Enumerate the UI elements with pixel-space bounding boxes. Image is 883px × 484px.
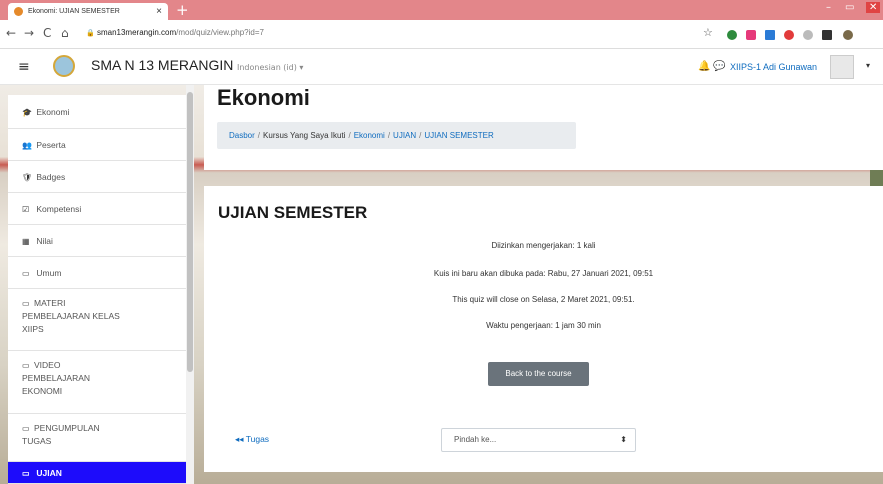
site-name[interactable]: SMA N 13 MERANGIN bbox=[91, 57, 233, 73]
drawer-item-label: PEMBELAJARAN KELAS bbox=[22, 311, 120, 321]
drawer-item-label: XIIPS bbox=[22, 324, 44, 334]
url-host: sman13merangin.com bbox=[96, 28, 177, 37]
drawer-item-label: EKONOMI bbox=[22, 386, 63, 396]
drawer-item-kompetensi[interactable]: ☑ Kompetensi bbox=[8, 193, 186, 225]
drawer-item-label: UJIAN bbox=[36, 468, 62, 478]
table-icon: ▦ bbox=[22, 237, 30, 246]
tab-close-icon[interactable]: × bbox=[156, 3, 162, 20]
browser-tab[interactable]: Ekonomi: UJIAN SEMESTER × bbox=[8, 3, 168, 20]
breadcrumb-kursus: Kursus Yang Saya Ikuti bbox=[263, 131, 346, 140]
folder-icon: ▭ bbox=[22, 299, 30, 308]
drawer-item-materi[interactable]: ▭ MATERI PEMBELAJARAN KELAS XIIPS bbox=[8, 289, 186, 351]
drawer-scrollbar-thumb[interactable] bbox=[187, 92, 193, 372]
drawer-item-label: Peserta bbox=[36, 140, 66, 150]
extension-icon[interactable] bbox=[746, 30, 756, 40]
breadcrumb-separator: / bbox=[257, 131, 261, 140]
extension-icon[interactable] bbox=[727, 30, 737, 40]
bookmark-star-icon[interactable]: ☆ bbox=[703, 26, 713, 39]
drawer-item-label: MATERI bbox=[34, 298, 66, 308]
bell-icon[interactable]: 🔔 bbox=[698, 61, 710, 72]
drawer-item-label: Ekonomi bbox=[36, 107, 70, 117]
user-menu-caret-icon[interactable]: ▾ bbox=[866, 61, 870, 70]
folder-icon: ▭ bbox=[22, 269, 30, 278]
breadcrumb-separator: / bbox=[419, 131, 422, 140]
menu-icon[interactable]: ≡ bbox=[18, 59, 30, 75]
breadcrumb-dasbor[interactable]: Dasbor bbox=[229, 131, 255, 140]
jump-to-select[interactable]: Pindah ke... ⬍ bbox=[441, 428, 636, 452]
quiz-open-date: Kuis ini baru akan dibuka pada: Rabu, 27… bbox=[433, 269, 654, 278]
window-close-button[interactable]: ✕ bbox=[866, 2, 881, 13]
select-caret-icon: ⬍ bbox=[620, 435, 627, 444]
back-to-course-button[interactable]: Back to the course bbox=[488, 362, 589, 386]
drawer-item-label: Nilai bbox=[36, 236, 53, 246]
extension-icon[interactable] bbox=[765, 30, 775, 40]
breadcrumb-separator: / bbox=[387, 131, 391, 140]
url-path: /mod/quiz/view.php?id=7 bbox=[176, 28, 264, 37]
school-logo[interactable] bbox=[53, 55, 75, 77]
drawer-item-pengumpulan[interactable]: ▭ PENGUMPULAN TUGAS bbox=[8, 414, 186, 462]
drawer-item-badges[interactable]: 🛡 Badges bbox=[8, 161, 186, 193]
site-favicon-icon bbox=[14, 7, 23, 16]
drawer-item-label: PENGUMPULAN bbox=[34, 423, 100, 433]
url-input[interactable]: 🔒 sman13merangin.com/mod/quiz/view.php?i… bbox=[86, 26, 264, 41]
nav-drawer: 🎓 Ekonomi 👥 Peserta 🛡 Badges ☑ Kompetens… bbox=[8, 95, 186, 484]
shield-icon: 🛡 bbox=[22, 173, 33, 182]
breadcrumb-ekonomi[interactable]: Ekonomi bbox=[354, 131, 385, 140]
graduation-cap-icon: 🎓 bbox=[22, 108, 32, 117]
drawer-item-label: TUGAS bbox=[22, 436, 52, 446]
drawer-item-label: Kompetensi bbox=[36, 204, 82, 214]
browser-addressbar: ← → C ⌂ 🔒 sman13merangin.com/mod/quiz/vi… bbox=[0, 20, 883, 49]
drawer-item-umum[interactable]: ▭ Umum bbox=[8, 257, 186, 289]
drawer-item-ujian[interactable]: ▭ UJIAN bbox=[8, 462, 186, 484]
drawer-item-peserta[interactable]: 👥 Peserta bbox=[8, 129, 186, 161]
quiz-close-date: This quiz will close on Selasa, 2 Maret … bbox=[452, 295, 635, 304]
user-name[interactable]: XIIPS-1 Adi Gunawan bbox=[730, 62, 817, 72]
drawer-item-label: Umum bbox=[36, 268, 62, 278]
folder-icon: ▭ bbox=[22, 469, 30, 478]
drawer-item-label: VIDEO bbox=[34, 360, 61, 370]
quiz-title: UJIAN SEMESTER bbox=[218, 203, 368, 222]
jump-to-label: Pindah ke... bbox=[454, 435, 497, 444]
language-menu[interactable]: Indonesian (id) ▾ bbox=[237, 63, 303, 72]
previous-activity-link[interactable]: ◂◂ Tugas bbox=[235, 434, 269, 445]
tab-title: Ekonomi: UJIAN SEMESTER bbox=[28, 8, 120, 15]
users-icon: 👥 bbox=[22, 141, 32, 150]
back-icon[interactable]: ← bbox=[6, 26, 16, 40]
breadcrumb-separator: / bbox=[348, 131, 351, 140]
minimize-button[interactable]: – bbox=[826, 2, 831, 13]
new-tab-button[interactable]: + bbox=[176, 1, 189, 19]
profile-icon[interactable] bbox=[843, 30, 853, 40]
check-square-icon: ☑ bbox=[22, 205, 30, 214]
drawer-item-label: Badges bbox=[36, 172, 66, 182]
drawer-item-label: PEMBELAJARAN bbox=[22, 373, 91, 383]
adblock-icon[interactable] bbox=[784, 30, 794, 40]
page-title: Ekonomi bbox=[217, 85, 310, 110]
chat-icon[interactable]: 💬 bbox=[713, 61, 725, 72]
avatar[interactable] bbox=[830, 55, 854, 79]
forward-icon[interactable]: → bbox=[24, 26, 34, 40]
maximize-button[interactable]: ▭ bbox=[845, 2, 854, 13]
breadcrumb-ujian[interactable]: UJIAN bbox=[393, 131, 416, 140]
extensions-puzzle-icon[interactable] bbox=[822, 30, 832, 40]
folder-icon: ▭ bbox=[22, 424, 30, 433]
quiz-time-limit: Waktu pengerjaan: 1 jam 30 min bbox=[486, 321, 601, 330]
folder-icon: ▭ bbox=[22, 361, 30, 370]
extension-icon[interactable] bbox=[803, 30, 813, 40]
browser-tabbar: Ekonomi: UJIAN SEMESTER × + – ▭ ✕ bbox=[0, 0, 883, 20]
home-icon[interactable]: ⌂ bbox=[61, 26, 69, 40]
breadcrumb: Dasbor / Kursus Yang Saya Ikuti / Ekonomi / UJ… bbox=[217, 122, 576, 149]
site-navbar: ≡ SMA N 13 MERANGIN Indonesian (id) ▾ 🔔 … bbox=[0, 49, 883, 85]
lock-icon: 🔒 bbox=[86, 30, 95, 37]
quiz-attempts-info: Diizinkan mengerjakan: 1 kali bbox=[491, 241, 596, 250]
drawer-item-video[interactable]: ▭ VIDEO PEMBELAJARAN EKONOMI bbox=[8, 351, 186, 414]
drawer-item-nilai[interactable]: ▦ Nilai bbox=[8, 225, 186, 257]
breadcrumb-ujian-semester[interactable]: UJIAN SEMESTER bbox=[424, 131, 493, 140]
drawer-item-ekonomi[interactable]: 🎓 Ekonomi bbox=[8, 95, 186, 129]
reload-icon[interactable]: C bbox=[43, 26, 51, 40]
